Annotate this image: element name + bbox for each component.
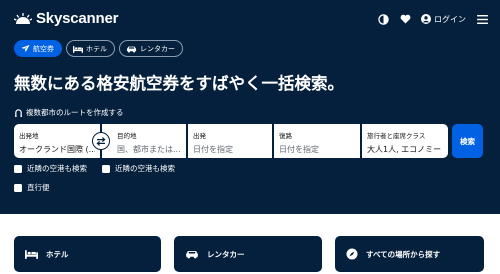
explore-card-label: すべての場所から探す bbox=[366, 249, 441, 259]
return-placeholder: 日付を指定 bbox=[279, 145, 319, 154]
nearby-to-checkbox[interactable]: 近隣の空港も検索 bbox=[102, 163, 175, 174]
user-icon bbox=[421, 14, 431, 24]
nearby-from-label: 近隣の空港も検索 bbox=[27, 164, 87, 173]
to-field[interactable]: 目的地 国、都市または... bbox=[102, 124, 186, 158]
hotels-card[interactable]: ホテル bbox=[14, 236, 161, 272]
return-date-field[interactable]: 復路 日付を指定 bbox=[274, 124, 360, 158]
header-actions: ログイン bbox=[367, 13, 488, 25]
car-icon bbox=[186, 250, 198, 259]
travellers-cabin-field[interactable]: 旅行者と座席クラス 大人1人, エコノミー bbox=[362, 124, 448, 158]
checkbox-box[interactable] bbox=[14, 183, 22, 192]
return-label: 復路 bbox=[279, 132, 292, 140]
car-icon bbox=[126, 46, 137, 52]
flight-search-form: 出発地 オークランド国際 (... 目的地 国、都市または... 出発 日付を指… bbox=[14, 124, 448, 158]
from-label: 出発地 bbox=[19, 132, 39, 140]
from-value: オークランド国際 (... bbox=[19, 145, 95, 154]
brand-name: Skyscanner bbox=[36, 10, 119, 27]
depart-label: 出発 bbox=[193, 132, 206, 140]
tab-flights[interactable]: 航空券 bbox=[14, 40, 62, 57]
page-headline: 無数にある格安航空券をすばやく一括検索。 bbox=[14, 74, 344, 93]
nearby-to-label: 近隣の空港も検索 bbox=[115, 164, 175, 173]
travellers-value: 大人1人, エコノミー bbox=[367, 145, 442, 154]
tab-hotels[interactable]: ホテル bbox=[66, 40, 115, 57]
direct-flights-checkbox[interactable]: 直行便 bbox=[14, 182, 50, 193]
login-label: ログイン bbox=[434, 14, 466, 24]
route-icon bbox=[14, 108, 23, 117]
bed-icon bbox=[25, 250, 38, 259]
explore-icon bbox=[346, 248, 358, 260]
tab-car-hire[interactable]: レンタカー bbox=[119, 40, 183, 57]
tab-car-hire-label: レンタカー bbox=[140, 44, 175, 53]
product-tabs: 航空券 ホテル レンタカー bbox=[14, 40, 187, 57]
swap-airports-button[interactable] bbox=[92, 132, 110, 150]
explore-cards: ホテル レンタカー すべての場所から探す bbox=[14, 236, 490, 274]
login-button[interactable]: ログイン bbox=[421, 14, 466, 25]
hero-section: Skyscanner ログイン 航空券 ホテル レンタカー 無数にある格安航空券… bbox=[0, 0, 500, 214]
checkbox-box[interactable] bbox=[102, 164, 110, 173]
plane-icon bbox=[21, 44, 30, 53]
depart-placeholder: 日付を指定 bbox=[193, 145, 233, 154]
region-settings-icon[interactable] bbox=[377, 13, 389, 25]
to-placeholder: 国、都市または... bbox=[117, 145, 181, 154]
explore-everywhere-card[interactable]: すべての場所から探す bbox=[335, 236, 484, 272]
car-hire-card[interactable]: レンタカー bbox=[174, 236, 322, 272]
search-button[interactable]: 検索 bbox=[452, 124, 483, 158]
to-label: 目的地 bbox=[117, 132, 137, 140]
swap-arrows-icon bbox=[96, 136, 106, 146]
car-hire-card-label: レンタカー bbox=[207, 249, 245, 259]
nearby-from-checkbox[interactable]: 近隣の空港も検索 bbox=[14, 163, 87, 174]
travellers-label: 旅行者と座席クラス bbox=[367, 132, 426, 140]
sunrise-logo-icon bbox=[14, 12, 32, 24]
multi-city-label: 複数都市のルートを作成する bbox=[26, 108, 124, 117]
checkbox-box[interactable] bbox=[14, 164, 22, 173]
from-field[interactable]: 出発地 オークランド国際 (... bbox=[14, 124, 100, 158]
tab-flights-label: 航空券 bbox=[33, 44, 54, 53]
skyscanner-logo[interactable]: Skyscanner bbox=[14, 10, 118, 27]
bed-icon bbox=[73, 45, 83, 53]
menu-icon[interactable] bbox=[476, 13, 488, 25]
tab-hotels-label: ホテル bbox=[86, 44, 107, 53]
multi-city-link[interactable]: 複数都市のルートを作成する bbox=[14, 107, 124, 118]
heart-icon[interactable] bbox=[399, 13, 411, 25]
depart-date-field[interactable]: 出発 日付を指定 bbox=[188, 124, 272, 158]
hotels-card-label: ホテル bbox=[46, 249, 69, 259]
direct-flights-label: 直行便 bbox=[27, 183, 50, 192]
